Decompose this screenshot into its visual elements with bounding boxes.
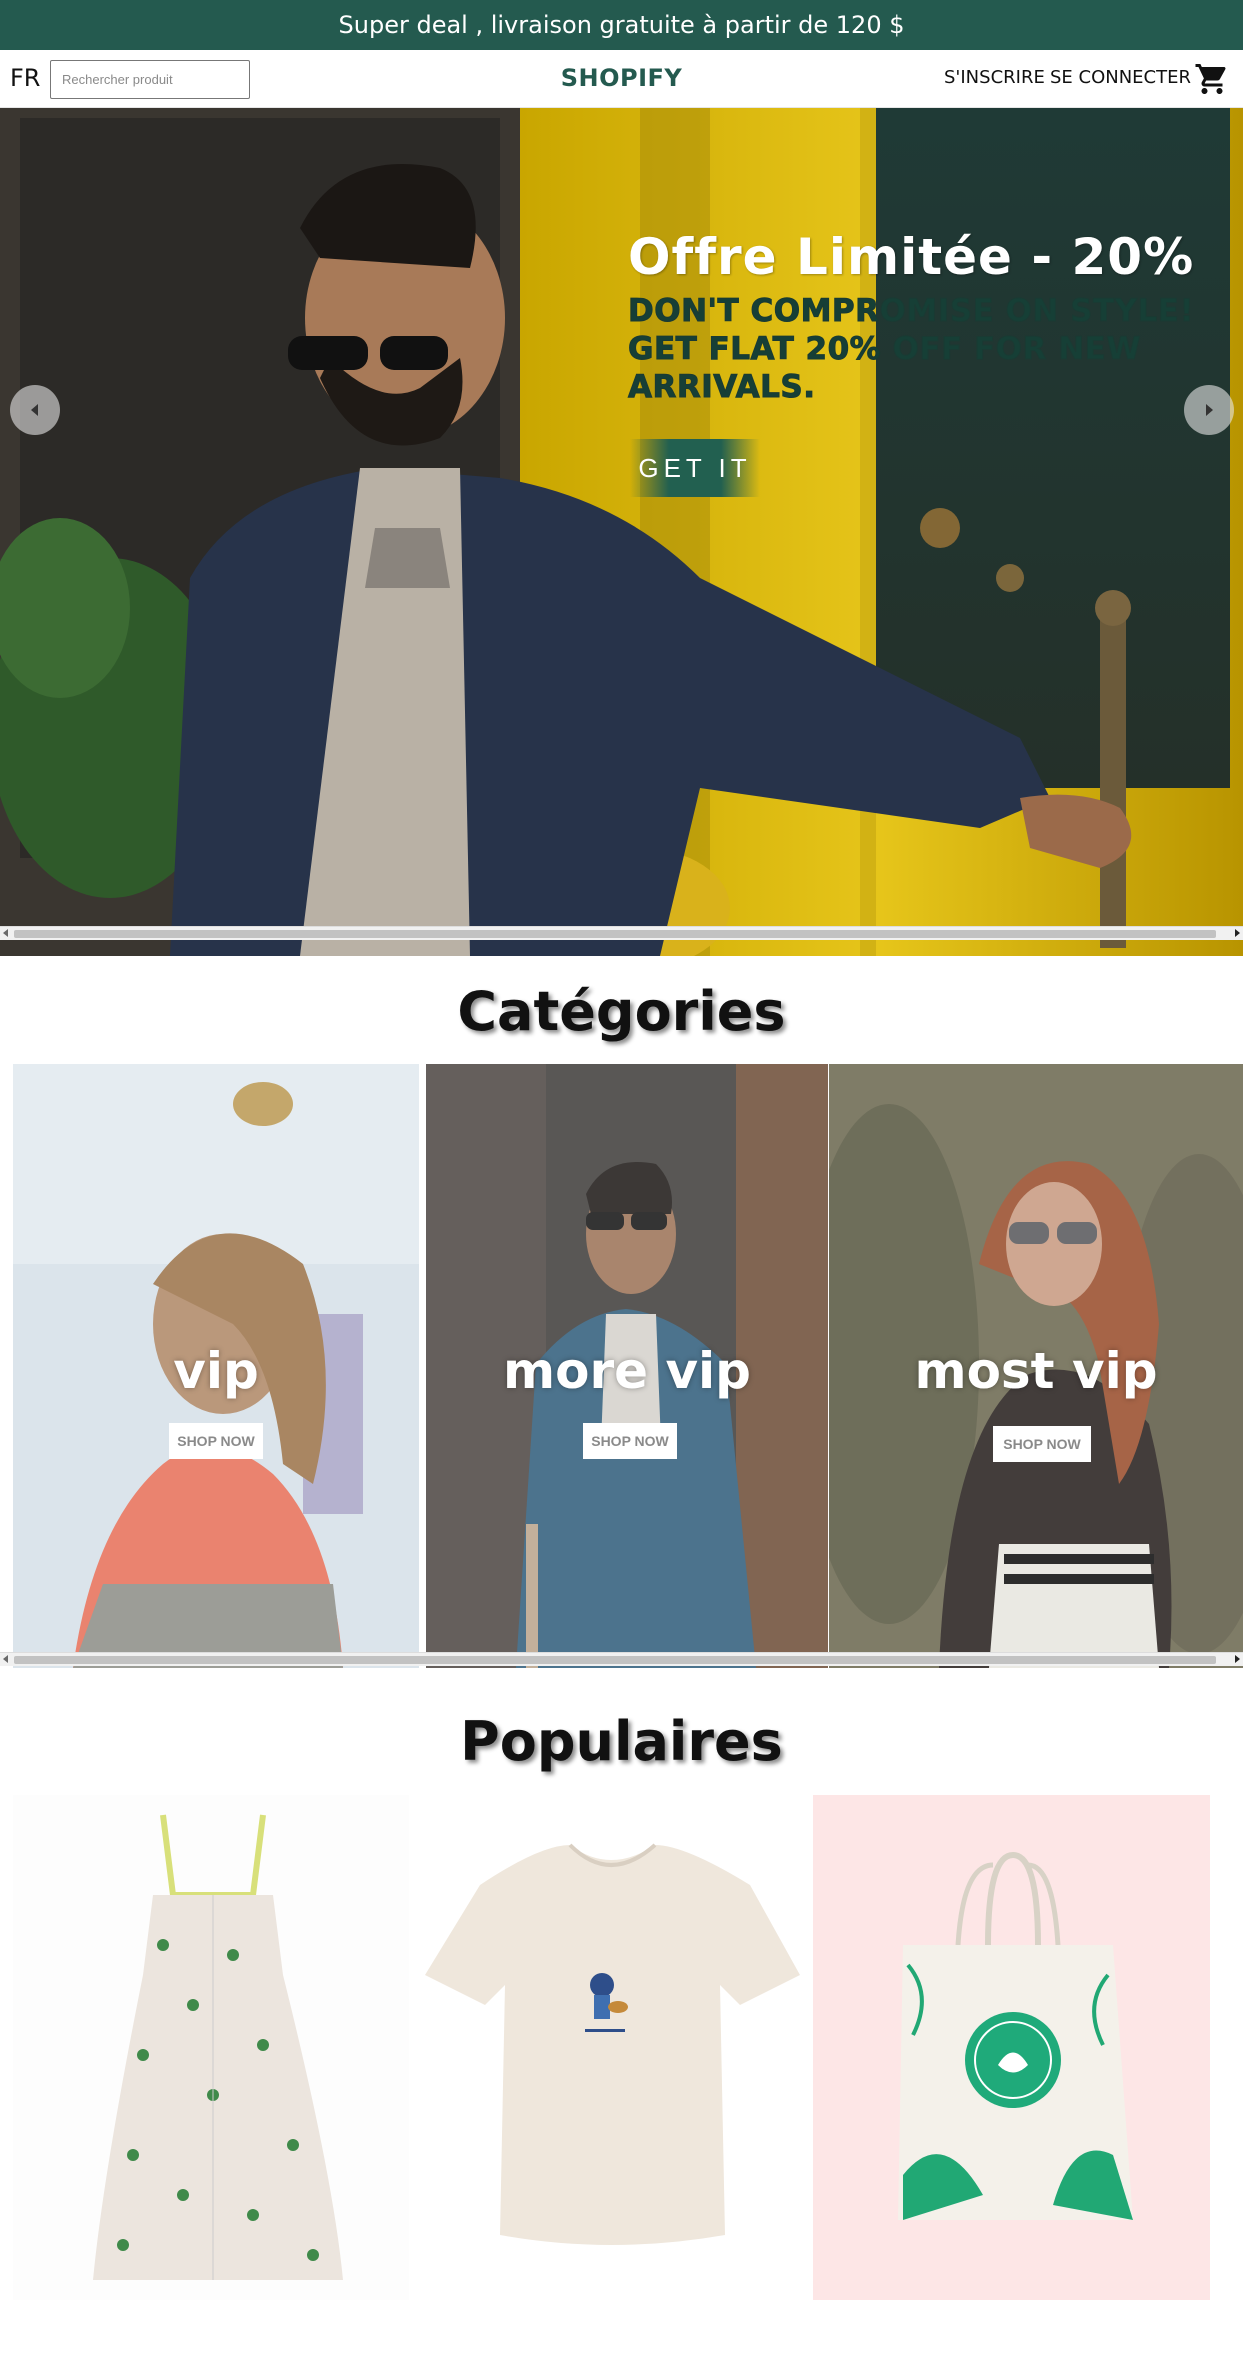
canvas-tote-bag-image — [898, 1851, 1133, 2220]
category-label: most vip — [914, 1342, 1158, 1400]
category-card-more-vip[interactable]: more vip SHOP NOW — [426, 1064, 828, 1668]
beige-t-shirt-image — [425, 1843, 800, 2245]
shop-now-button[interactable]: SHOP NOW — [583, 1423, 677, 1459]
categories-heading: Catégories — [457, 980, 786, 1043]
signup-link[interactable]: S'INSCRIRE — [944, 67, 1045, 88]
scrollbar-thumb[interactable] — [14, 1656, 1216, 1664]
scroll-left-arrow-icon[interactable] — [3, 929, 8, 937]
hero-slider: Offre Limitée - 20% DON'T COMPROMISE ON … — [0, 108, 1243, 956]
slide-title: Offre Limitée - 20% — [628, 228, 1195, 286]
categories-scrollbar[interactable] — [0, 1652, 1243, 1666]
slider-prev-button[interactable] — [10, 385, 60, 435]
slide-caption: Offre Limitée - 20% DON'T COMPROMISE ON … — [628, 226, 1228, 406]
category-card-vip[interactable]: vip SHOP NOW — [13, 1064, 419, 1668]
product-card-tshirt[interactable] — [420, 1795, 805, 2300]
arrow-left-icon — [31, 404, 38, 416]
slider-next-button[interactable] — [1184, 385, 1234, 435]
language-selector[interactable]: FR — [10, 64, 40, 92]
slide-description: DON'T COMPROMISE ON STYLE! GET FLAT 20% … — [628, 293, 1195, 406]
popular-heading: Populaires — [460, 1710, 783, 1773]
get-it-button[interactable]: GET IT — [630, 439, 760, 497]
login-link[interactable]: SE CONNECTER — [1050, 67, 1191, 88]
scroll-right-arrow-icon[interactable] — [1235, 1655, 1240, 1663]
scrollbar-thumb[interactable] — [14, 930, 1216, 938]
scroll-right-arrow-icon[interactable] — [1235, 929, 1240, 937]
search-input[interactable] — [50, 60, 250, 99]
navbar: FR SHOPIFY S'INSCRIRE SE CONNECTER — [0, 50, 1243, 108]
category-label: vip — [173, 1342, 259, 1400]
product-card-dress[interactable] — [13, 1795, 409, 2300]
category-card-most-vip[interactable]: most vip SHOP NOW — [829, 1064, 1243, 1668]
slider-scrollbar[interactable] — [0, 926, 1243, 940]
shop-now-button[interactable]: SHOP NOW — [993, 1426, 1091, 1462]
scroll-left-arrow-icon[interactable] — [3, 1655, 8, 1663]
product-card-tote[interactable] — [813, 1795, 1210, 2300]
announcement-bar: Super deal , livraison gratuite à partir… — [0, 0, 1243, 50]
floral-dress-image — [93, 1814, 343, 2280]
announcement-text: Super deal , livraison gratuite à partir… — [338, 11, 905, 39]
arrow-right-icon — [1206, 404, 1213, 416]
shopping-cart-icon[interactable] — [1194, 61, 1230, 97]
shop-now-button[interactable]: SHOP NOW — [169, 1423, 263, 1459]
category-label: more vip — [503, 1342, 751, 1400]
